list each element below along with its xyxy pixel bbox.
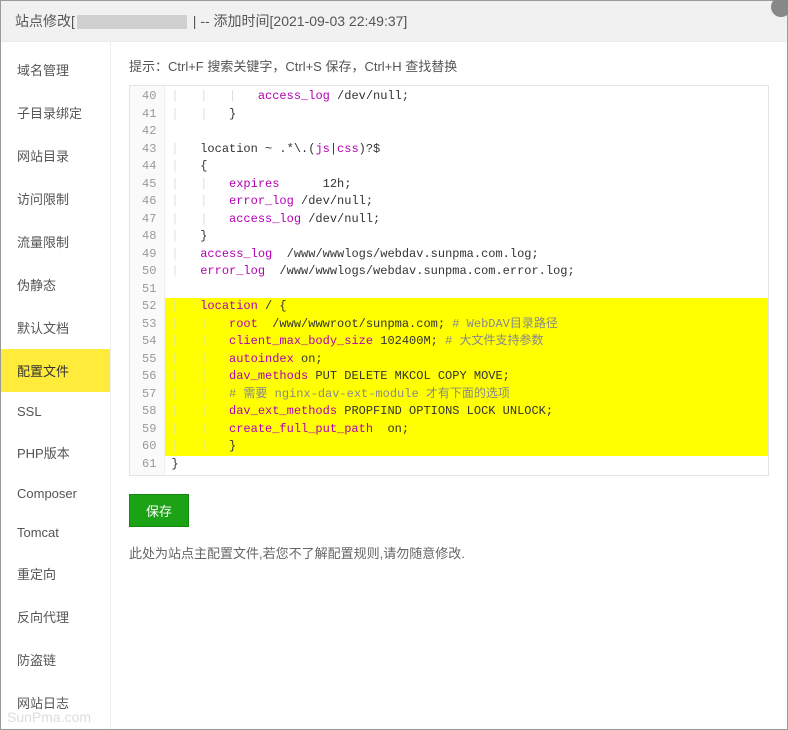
code-line-56[interactable]: | | dav_methods PUT DELETE MKCOL COPY MO… (165, 368, 768, 386)
code-editor[interactable]: 4041424344454647484950515253545556575859… (129, 85, 769, 476)
sidebar-item-11[interactable]: Tomcat (1, 513, 110, 552)
code-line-49[interactable]: | access_log /www/wwwlogs/webdav.sunpma.… (165, 246, 768, 264)
code-line-58[interactable]: | | dav_ext_methods PROPFIND OPTIONS LOC… (165, 403, 768, 421)
sidebar-item-7[interactable]: 配置文件 (1, 349, 110, 392)
title-timestamp: 2021-09-03 22:49:37 (273, 13, 403, 29)
code-line-43[interactable]: | location ~ .*\.(js|css)?$ (165, 141, 768, 159)
code-line-42[interactable] (165, 123, 768, 141)
code-line-53[interactable]: | | root /www/wwwroot/sunpma.com; # WebD… (165, 316, 768, 334)
dialog-title: 站点修改[ | -- 添加时间[2021-09-03 22:49:37] (1, 1, 787, 42)
code-line-51[interactable] (165, 281, 768, 299)
sidebar-item-10[interactable]: Composer (1, 474, 110, 513)
code-line-60[interactable]: | | } (165, 438, 768, 456)
sidebar-item-5[interactable]: 伪静态 (1, 263, 110, 306)
title-suffix: ] (403, 13, 407, 29)
footer-note: 此处为站点主配置文件,若您不了解配置规则,请勿随意修改. (129, 543, 769, 562)
sidebar-item-8[interactable]: SSL (1, 392, 110, 431)
sidebar-item-4[interactable]: 流量限制 (1, 220, 110, 263)
code-line-48[interactable]: | } (165, 228, 768, 246)
sidebar-item-9[interactable]: PHP版本 (1, 431, 110, 474)
title-mid: | -- 添加时间[ (189, 13, 274, 29)
sidebar-item-0[interactable]: 域名管理 (1, 48, 110, 91)
sidebar-item-2[interactable]: 网站目录 (1, 134, 110, 177)
sidebar: 域名管理子目录绑定网站目录访问限制流量限制伪静态默认文档配置文件SSLPHP版本… (1, 42, 111, 729)
code-line-41[interactable]: | | } (165, 106, 768, 124)
code-line-47[interactable]: | | access_log /dev/null; (165, 211, 768, 229)
close-icon[interactable] (771, 0, 788, 17)
code-line-44[interactable]: | { (165, 158, 768, 176)
code-line-54[interactable]: | | client_max_body_size 102400M; # 大文件支… (165, 333, 768, 351)
main-panel: 提示：Ctrl+F 搜索关键字，Ctrl+S 保存，Ctrl+H 查找替换 40… (111, 42, 787, 729)
redacted-domain (77, 15, 187, 29)
line-gutter: 4041424344454647484950515253545556575859… (130, 86, 165, 475)
sidebar-item-13[interactable]: 反向代理 (1, 595, 110, 638)
code-area[interactable]: | | | access_log /dev/null;| | }| locati… (165, 86, 768, 475)
code-line-59[interactable]: | | create_full_put_path on; (165, 421, 768, 439)
sidebar-item-3[interactable]: 访问限制 (1, 177, 110, 220)
code-line-57[interactable]: | | # 需要 nginx-dav-ext-module 才有下面的选项 (165, 386, 768, 404)
code-line-52[interactable]: | location / { (165, 298, 768, 316)
code-line-40[interactable]: | | | access_log /dev/null; (165, 88, 768, 106)
code-line-61[interactable]: } (165, 456, 768, 474)
hint-text: 提示：Ctrl+F 搜索关键字，Ctrl+S 保存，Ctrl+H 查找替换 (129, 56, 769, 75)
code-line-50[interactable]: | error_log /www/wwwlogs/webdav.sunpma.c… (165, 263, 768, 281)
sidebar-item-15[interactable]: 网站日志 (1, 681, 110, 724)
code-line-55[interactable]: | | autoindex on; (165, 351, 768, 369)
code-line-45[interactable]: | | expires 12h; (165, 176, 768, 194)
save-button[interactable]: 保存 (129, 494, 189, 527)
sidebar-item-12[interactable]: 重定向 (1, 552, 110, 595)
sidebar-item-6[interactable]: 默认文档 (1, 306, 110, 349)
code-line-46[interactable]: | | error_log /dev/null; (165, 193, 768, 211)
title-prefix: 站点修改[ (15, 13, 75, 29)
sidebar-item-1[interactable]: 子目录绑定 (1, 91, 110, 134)
sidebar-item-14[interactable]: 防盗链 (1, 638, 110, 681)
